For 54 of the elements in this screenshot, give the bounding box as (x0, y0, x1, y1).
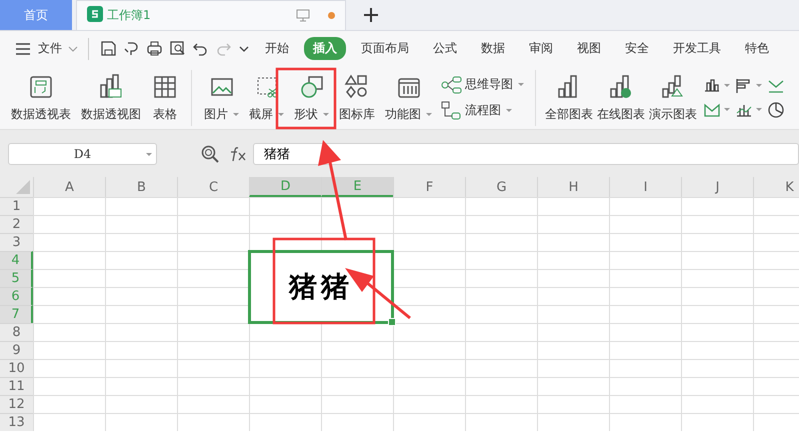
monitor-icon[interactable] (296, 9, 310, 22)
globe-chart-button[interactable]: 在线图表 (595, 72, 647, 122)
chevron-icon (68, 46, 78, 52)
triangle-icon (16, 180, 30, 194)
unsaved-dot-icon (328, 12, 335, 19)
column-chart-icon (703, 76, 721, 94)
tab-title: 工作簿1 (107, 7, 152, 24)
home-tab[interactable]: 首页 (0, 0, 72, 30)
merged-cell[interactable]: 猪猪 (248, 250, 394, 324)
ribbon-tab[interactable]: 开始 (256, 37, 298, 60)
flowchart-icon (439, 98, 463, 122)
pie-chart-icon (767, 100, 785, 118)
ribbon-tab[interactable]: 视图 (568, 37, 610, 60)
table-button[interactable]: 表格 (146, 72, 184, 122)
icon-library-button[interactable]: 图标库 (334, 72, 380, 122)
ribbon-tab[interactable]: 开发工具 (664, 37, 730, 60)
formula-field[interactable]: 猪猪 (253, 142, 799, 164)
bar-chart-button[interactable]: 全部图表 (543, 72, 595, 122)
function-icon[interactable] (229, 146, 247, 162)
ribbon-tab[interactable]: 特色 (736, 37, 778, 60)
network-chart-button[interactable]: 演示图表 (647, 72, 699, 122)
row-header[interactable]: 4 (0, 251, 33, 269)
save-icon[interactable] (101, 41, 116, 56)
document-tab[interactable]: 工作簿1 (76, 0, 346, 30)
ribbon-tab[interactable]: 安全 (616, 37, 658, 60)
menu-icon[interactable] (16, 42, 30, 54)
shapes-button[interactable]: 形状 (289, 72, 334, 122)
ribbon-tab[interactable]: 公式 (424, 37, 466, 60)
ribbon-tab[interactable]: 页面布局 (352, 37, 418, 60)
zoom-icon[interactable] (201, 144, 219, 162)
print-preview-icon[interactable] (170, 41, 185, 56)
mind-map-button[interactable]: 思维导图 (439, 72, 524, 96)
function-chart-button[interactable]: 功能图 (380, 72, 437, 122)
pivot-chart-button[interactable]: 数据透视图 (76, 72, 146, 122)
row-header[interactable]: 6 (0, 287, 33, 305)
flowchart-button[interactable]: 流程图 (439, 98, 524, 122)
format-painter-icon[interactable] (124, 41, 139, 56)
screenshot-button[interactable]: 截屏 (244, 72, 289, 122)
ribbon-tab[interactable]: 数据 (472, 37, 514, 60)
file-menu[interactable]: 文件 (36, 40, 80, 57)
highlight-frame (276, 68, 336, 130)
ribbon-tab[interactable]: 审阅 (520, 37, 562, 60)
row-header[interactable]: 7 (0, 305, 33, 323)
name-box[interactable]: D4 (8, 142, 157, 164)
undo-icon[interactable] (193, 41, 208, 56)
image-button[interactable]: 图片 (199, 72, 244, 122)
new-tab-icon[interactable] (364, 8, 378, 22)
spreadsheet-icon (87, 6, 103, 25)
print-icon[interactable] (147, 41, 162, 56)
customize-chevron-icon[interactable] (239, 46, 249, 52)
row-header[interactable]: 5 (0, 269, 33, 287)
cell-text: 猪猪 (289, 269, 353, 305)
pivot-table-button[interactable]: 数据透视表 (6, 72, 76, 122)
ribbon-tab[interactable]: 插入 (304, 37, 346, 60)
